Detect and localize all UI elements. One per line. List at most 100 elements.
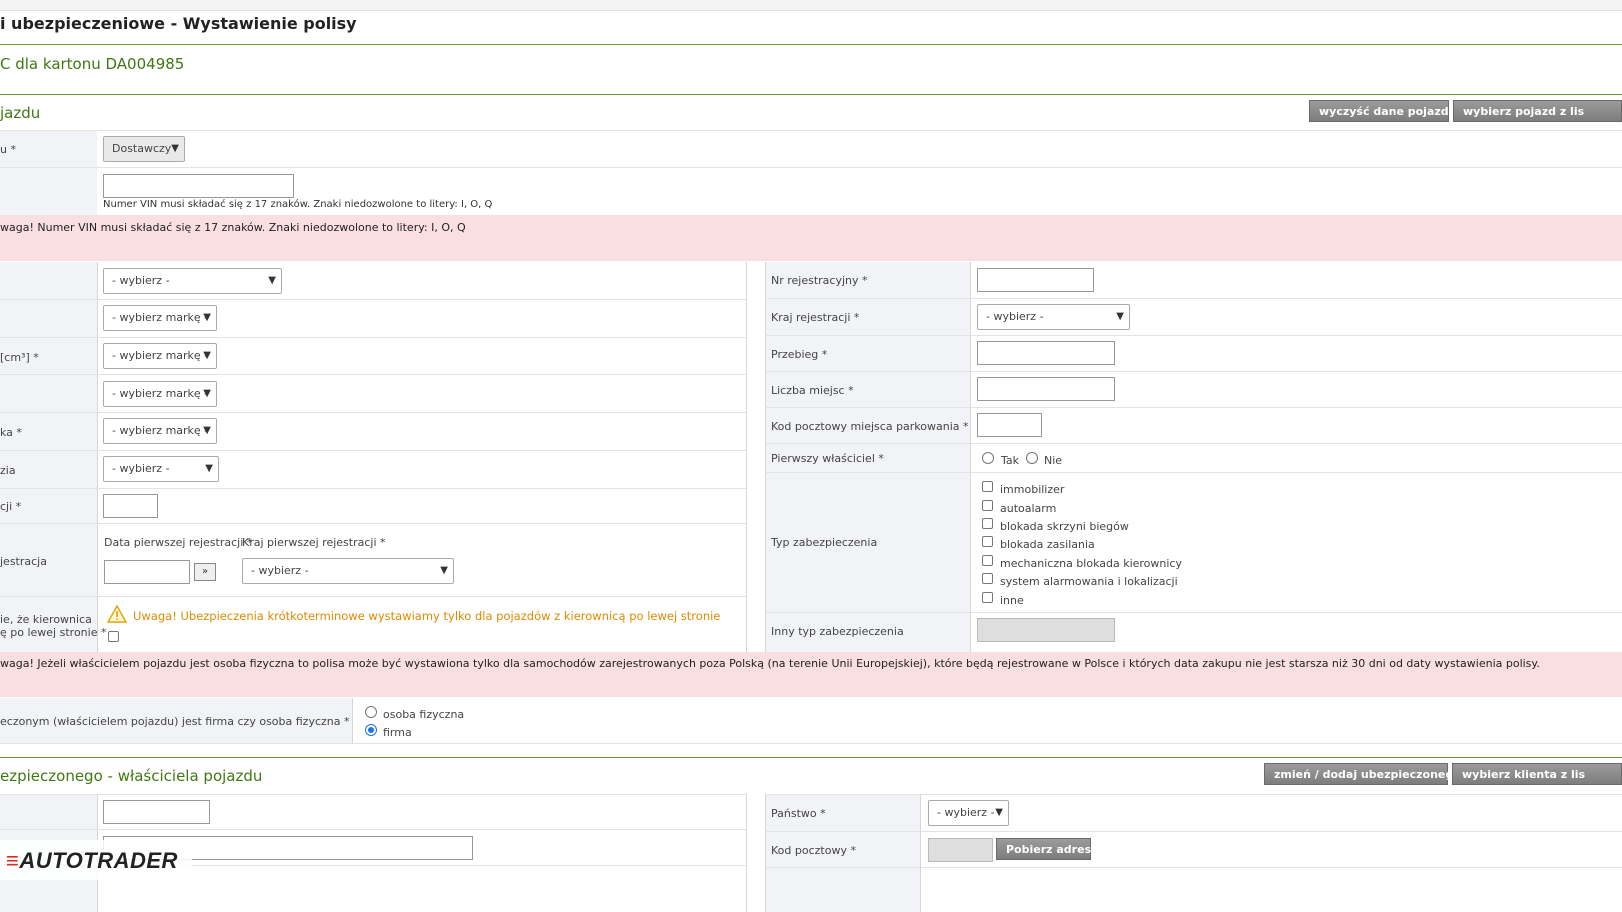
owner-type-person-label: osoba fizyczna xyxy=(383,708,465,721)
row-border xyxy=(0,167,1622,168)
vehicle-field-label-6: zia xyxy=(0,464,16,477)
chevron-down-icon: ▼ xyxy=(205,463,213,474)
logo-text: AUTOTRADER xyxy=(19,848,178,873)
warning-icon xyxy=(106,604,128,624)
vehicle-section-title: jazdu xyxy=(0,104,41,122)
security-option: mechaniczna blokada kierownicy xyxy=(1000,557,1182,570)
country-select[interactable]: - wybierz - ▼ xyxy=(928,800,1009,826)
divider xyxy=(0,44,1622,45)
vin-input[interactable] xyxy=(103,174,294,198)
vin-warning-text: waga! Numer VIN musi składać się z 17 zn… xyxy=(0,221,466,234)
vehicle-type-label: u * xyxy=(0,143,16,156)
select-value: - wybierz - xyxy=(986,310,1044,323)
vehicle-field-select-6[interactable]: - wybierz - ▼ xyxy=(103,456,219,482)
first-reg-country-select[interactable]: - wybierz - ▼ xyxy=(242,558,454,584)
row-border xyxy=(0,523,746,524)
row-border xyxy=(765,831,1622,832)
security-checkbox-tracking[interactable] xyxy=(982,573,993,584)
owner-type-company-label: firma xyxy=(383,726,412,739)
column-separator xyxy=(970,262,971,652)
parking-postcode-label: Kod pocztowy miejsca parkowania * xyxy=(771,420,969,433)
postcode-label: Kod pocztowy * xyxy=(771,844,856,857)
vehicle-field-select-1[interactable]: - wybierz - ▼ xyxy=(103,268,282,294)
row-border xyxy=(0,299,746,300)
date-picker-button[interactable]: » xyxy=(194,563,216,581)
first-reg-date-label: Data pierwszej rejestracji * xyxy=(104,536,253,549)
vehicle-field-select-5[interactable]: - wybierz markę - ▼ xyxy=(103,418,217,444)
select-value: - wybierz markę - xyxy=(112,349,209,362)
row-border xyxy=(0,130,1622,131)
parking-postcode-input[interactable] xyxy=(977,413,1042,437)
postcode-input[interactable] xyxy=(928,838,993,862)
first-reg-date-input[interactable] xyxy=(104,560,190,584)
security-option: blokada skrzyni biegów xyxy=(1000,520,1129,533)
select-value: - wybierz - xyxy=(937,806,995,819)
security-checkbox-steering-lock[interactable] xyxy=(982,555,993,566)
steering-label-line1: ie, że kierownica xyxy=(0,613,92,626)
first-reg-country-label: Kraj pierwszej rejestracji * xyxy=(242,536,386,549)
row-border xyxy=(0,596,746,597)
vin-note: Numer VIN musi składać się z 17 znaków. … xyxy=(103,199,493,210)
chevron-down-icon: ▼ xyxy=(203,350,211,361)
security-option: system alarmowania i lokalizacji xyxy=(1000,575,1178,588)
mileage-label: Przebieg * xyxy=(771,348,828,361)
security-checkbox-immobilizer[interactable] xyxy=(982,481,993,492)
vehicle-field-select-2[interactable]: - wybierz markę - ▼ xyxy=(103,305,217,331)
change-insured-button[interactable]: zmień / dodaj ubezpieczonego xyxy=(1264,763,1461,785)
steering-label-line2: ę po lewej stronie * xyxy=(0,626,107,639)
first-owner-yes-radio[interactable] xyxy=(982,452,994,464)
owner-type-company-radio[interactable] xyxy=(365,724,377,736)
security-checkbox-autoalarm[interactable] xyxy=(982,500,993,511)
row-border xyxy=(765,335,1622,336)
row-border xyxy=(765,407,1622,408)
row-border xyxy=(0,794,746,795)
select-value: - wybierz markę - xyxy=(112,424,209,437)
row-border xyxy=(0,743,1622,744)
security-checkbox-power-lock[interactable] xyxy=(982,536,993,547)
reg-country-select[interactable]: - wybierz - ▼ xyxy=(977,304,1130,330)
row-border xyxy=(0,374,746,375)
vehicle-field-label-5: ka * xyxy=(0,426,22,439)
owner-type-person-radio[interactable] xyxy=(365,706,377,718)
other-security-input[interactable] xyxy=(977,618,1115,642)
seats-input[interactable] xyxy=(977,377,1115,401)
steering-checkbox[interactable] xyxy=(108,631,119,642)
row-border xyxy=(0,412,746,413)
chevron-down-icon: ▼ xyxy=(995,807,1003,818)
row-border xyxy=(765,371,1622,372)
reg-country-label: Kraj rejestracji * xyxy=(771,311,860,324)
chevron-down-icon: ▼ xyxy=(203,312,211,323)
security-option: blokada zasilania xyxy=(1000,538,1095,551)
insured-field-input-1[interactable] xyxy=(103,800,210,824)
fetch-address-button[interactable]: Pobierz adres xyxy=(996,838,1091,860)
row-border xyxy=(765,867,1622,868)
vehicle-field-select-4[interactable]: - wybierz markę - ▼ xyxy=(103,381,217,407)
divider xyxy=(0,757,1622,758)
security-checkbox-other[interactable] xyxy=(982,592,993,603)
vehicle-year-input[interactable] xyxy=(103,494,158,518)
row-border xyxy=(765,794,1622,795)
label-cell xyxy=(0,168,97,215)
owner-warning-text: waga! Jeżeli właścicielem pojazdu jest o… xyxy=(0,657,1540,670)
other-security-label: Inny typ zabezpieczenia xyxy=(771,625,904,638)
security-option: immobilizer xyxy=(1000,483,1065,496)
vehicle-field-select-3[interactable]: - wybierz markę - ▼ xyxy=(103,343,217,369)
vehicle-type-select[interactable]: Dostawczy ▼ xyxy=(103,136,185,162)
choose-client-button[interactable]: wybierz klienta z lis xyxy=(1452,763,1622,785)
reg-number-label: Nr rejestracyjny * xyxy=(771,274,868,287)
country-label: Państwo * xyxy=(771,807,826,820)
first-owner-no-radio[interactable] xyxy=(1026,452,1038,464)
row-border xyxy=(765,443,1622,444)
choose-vehicle-button[interactable]: wybierz pojazd z lis xyxy=(1453,100,1622,122)
mileage-input[interactable] xyxy=(977,341,1115,365)
column-separator xyxy=(765,794,766,912)
chevron-down-icon: ▼ xyxy=(203,388,211,399)
column-separator xyxy=(746,794,747,912)
security-checkbox-gearbox-lock[interactable] xyxy=(982,518,993,529)
clear-vehicle-button[interactable]: wyczyść dane pojazdu xyxy=(1309,100,1456,122)
vehicle-field-label-7: cji * xyxy=(0,500,22,513)
row-border xyxy=(765,612,1622,613)
reg-number-input[interactable] xyxy=(977,268,1094,292)
column-separator xyxy=(352,698,353,743)
row-border xyxy=(765,472,1622,473)
